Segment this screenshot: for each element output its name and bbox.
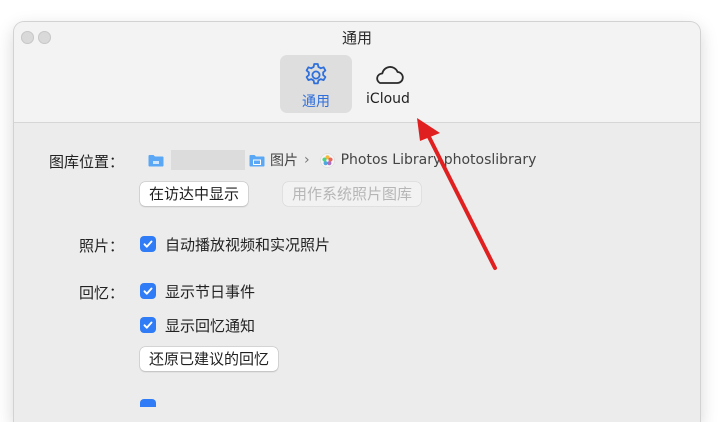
tab-general-label: 通用 [302,94,330,110]
tab-icloud[interactable]: iCloud [352,55,424,113]
tab-icloud-label: iCloud [366,91,410,107]
checkmark-icon [143,321,153,329]
use-as-system-library-button[interactable]: 用作系统照片图库 [283,182,422,206]
show-notifications-label: 显示回忆通知 [165,316,256,335]
memories-label: 回忆： [78,284,124,302]
tab-general[interactable]: 通用 [280,55,352,113]
show-holidays-label: 显示节日事件 [165,282,256,301]
window-title: 通用 [341,29,372,47]
autoplay-checkbox[interactable] [140,236,156,252]
next-checkbox-partial[interactable] [140,399,156,407]
reset-suggested-memories-button[interactable]: 还原已建议的回忆 [140,347,279,371]
show-notifications-checkbox[interactable] [140,317,156,333]
photos-label: 照片： [78,237,124,255]
autoplay-checkbox-row[interactable]: 自动播放视频和实况照片 [140,234,330,254]
autoplay-label: 自动播放视频和实况照片 [165,235,331,254]
library-location-label: 图库位置： [48,153,124,171]
redacted-user-folder [171,150,245,170]
chevron-right-icon: › [304,152,310,168]
show-notifications-checkbox-row[interactable]: 显示回忆通知 [140,315,255,335]
show-holidays-checkbox-row[interactable]: 显示节日事件 [140,281,255,301]
cloud-icon [352,61,424,89]
folder-icon [148,154,164,166]
pictures-folder-icon [249,154,265,166]
path-library: Photos Library.photoslibrary [340,152,537,168]
library-path[interactable]: 图片 › Photos Library.photoslibrary [148,150,536,170]
preferences-window: 通用 通用 iCloud 图库位置： 图片 › Photos Library.p… [14,22,700,422]
checkmark-icon [143,240,153,248]
toolbar: 通用 通用 iCloud [14,22,700,123]
show-holidays-checkbox[interactable] [140,283,156,299]
path-pictures: 图片 [270,153,298,169]
photos-app-icon [319,152,335,168]
show-in-finder-button[interactable]: 在访达中显示 [140,182,249,206]
gear-icon [280,61,352,89]
general-settings-pane: 图库位置： 图片 › Photos Library.photoslibrary … [14,123,700,422]
checkmark-icon [143,287,153,295]
